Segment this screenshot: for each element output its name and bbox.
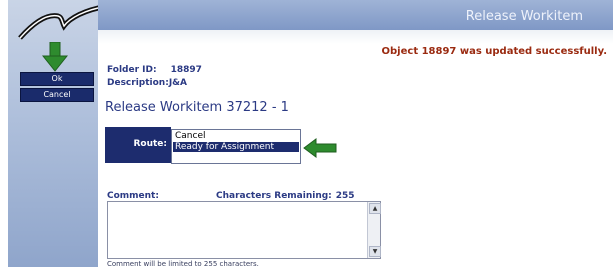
comment-scrollbar[interactable]: ▲ ▼ [367,202,381,258]
characters-remaining: Characters Remaining: 255 [216,191,355,201]
window-title: Release Workitem [465,9,583,24]
release-workitem-page: Ok Cancel Release Workitem Object 18897 … [0,0,613,268]
characters-remaining-label: Characters Remaining: [216,191,332,201]
header-bar: Release Workitem [98,0,613,30]
route-option-ready-for-assignment[interactable]: Ready for Assignment [173,142,299,152]
scroll-down-icon[interactable]: ▼ [369,246,381,257]
route-listbox[interactable]: Cancel Ready for Assignment [171,129,301,164]
description-label: Description: [107,78,169,88]
route-label-box: Route: [105,127,171,163]
folder-id-value: 18897 [170,65,202,75]
cancel-button[interactable]: Cancel [20,88,94,102]
green-left-arrow-icon [303,138,337,158]
page-title: Release Workitem 37212 - 1 [105,100,289,115]
scroll-up-icon[interactable]: ▲ [369,203,381,214]
main-content: Object 18897 was updated successfully. F… [98,30,613,268]
route-option-cancel[interactable]: Cancel [173,131,299,141]
folder-id-line: Folder ID: 18897 [107,65,202,75]
route-label: Route: [133,139,167,149]
green-down-arrow-icon [42,42,68,72]
comment-label: Comment: [107,191,159,201]
comment-textarea[interactable] [108,202,366,258]
description-line: Description:J&A [107,78,187,88]
ok-button[interactable]: Ok [20,72,94,86]
description-value: J&A [168,78,187,88]
status-message: Object 18897 was updated successfully. [381,46,607,57]
left-border [0,0,8,267]
folder-id-label: Folder ID: [107,65,157,75]
comment-box: ▲ ▼ [107,201,381,259]
sidebar: Ok Cancel [8,0,109,267]
characters-remaining-value: 255 [335,191,355,201]
checkmark-swoosh-logo [18,4,109,40]
